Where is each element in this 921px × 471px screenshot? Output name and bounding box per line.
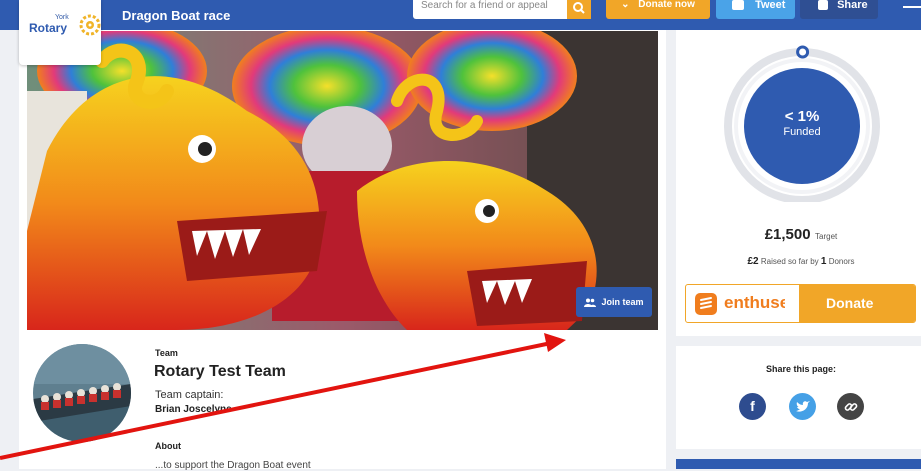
target-amount: £1,500 (764, 226, 811, 243)
join-team-label: Join team (601, 297, 644, 307)
tweet-label: Tweet (755, 0, 786, 11)
raised-text: Raised so far by (760, 257, 819, 266)
donate-label: Donate (826, 295, 874, 311)
donate-now-label: Donate now (638, 0, 695, 10)
twitter-icon[interactable] (789, 393, 816, 420)
team-name: Rotary Test Team (154, 363, 286, 380)
page-title: Dragon Boat race (122, 8, 231, 23)
bottom-blue-strip (676, 459, 921, 469)
captain-name[interactable]: Brian Joscelyne (155, 404, 232, 415)
link-icon[interactable] (837, 393, 864, 420)
search-input[interactable]: Search for a friend or appeal (413, 0, 568, 19)
logo-york: York (55, 14, 69, 21)
search-icon (573, 2, 585, 14)
donor-count: 1 (820, 256, 827, 267)
hero-image (27, 31, 658, 330)
menu-icon[interactable] (903, 6, 921, 8)
share-button[interactable]: Share (800, 0, 878, 19)
donate-area[interactable]: Donate (785, 285, 915, 322)
tweet-button[interactable]: Tweet (716, 0, 795, 19)
search-button[interactable] (567, 0, 591, 19)
logo-rotary: Rotary (29, 21, 68, 35)
dragon-boat-photo (27, 31, 658, 330)
share-title: Share this page: (765, 364, 837, 374)
about-text: ...to support the Dragon Boat event (155, 460, 311, 471)
facebook-small-icon (818, 0, 828, 10)
funded-percent: < 1% (784, 108, 820, 125)
team-boat-photo (33, 344, 131, 442)
enthuse-donate-button[interactable]: enthuse Donate (685, 284, 916, 323)
donate-now-button[interactable]: ⌄ Donate now (606, 0, 710, 19)
raised-info: £2 Raised so far by 1 Donors (676, 256, 921, 267)
raised-amount: £2 (747, 256, 759, 267)
rotary-logo[interactable]: York Rotary (19, 0, 101, 65)
target-label: Target (815, 232, 838, 241)
gauge-progress-marker (796, 45, 810, 59)
target: £1,500 Target (676, 226, 921, 244)
donors-label: Donors (828, 257, 855, 266)
twitter-small-icon (732, 0, 744, 10)
team-avatar (33, 344, 131, 442)
team-label: Team (155, 348, 178, 358)
users-icon (584, 298, 597, 307)
funded-label: Funded (783, 126, 821, 138)
rotary-wheel-icon (79, 14, 101, 36)
chevron-down-icon: ⌄ (621, 0, 630, 10)
captain-label: Team captain: (155, 389, 224, 401)
about-label: About (155, 441, 181, 451)
share-label: Share (837, 0, 868, 11)
join-team-button[interactable]: Join team (576, 287, 652, 317)
enthuse-brand: enthuse (724, 293, 790, 312)
enthuse-logo-icon (695, 293, 717, 315)
facebook-icon[interactable]: f (739, 393, 766, 420)
